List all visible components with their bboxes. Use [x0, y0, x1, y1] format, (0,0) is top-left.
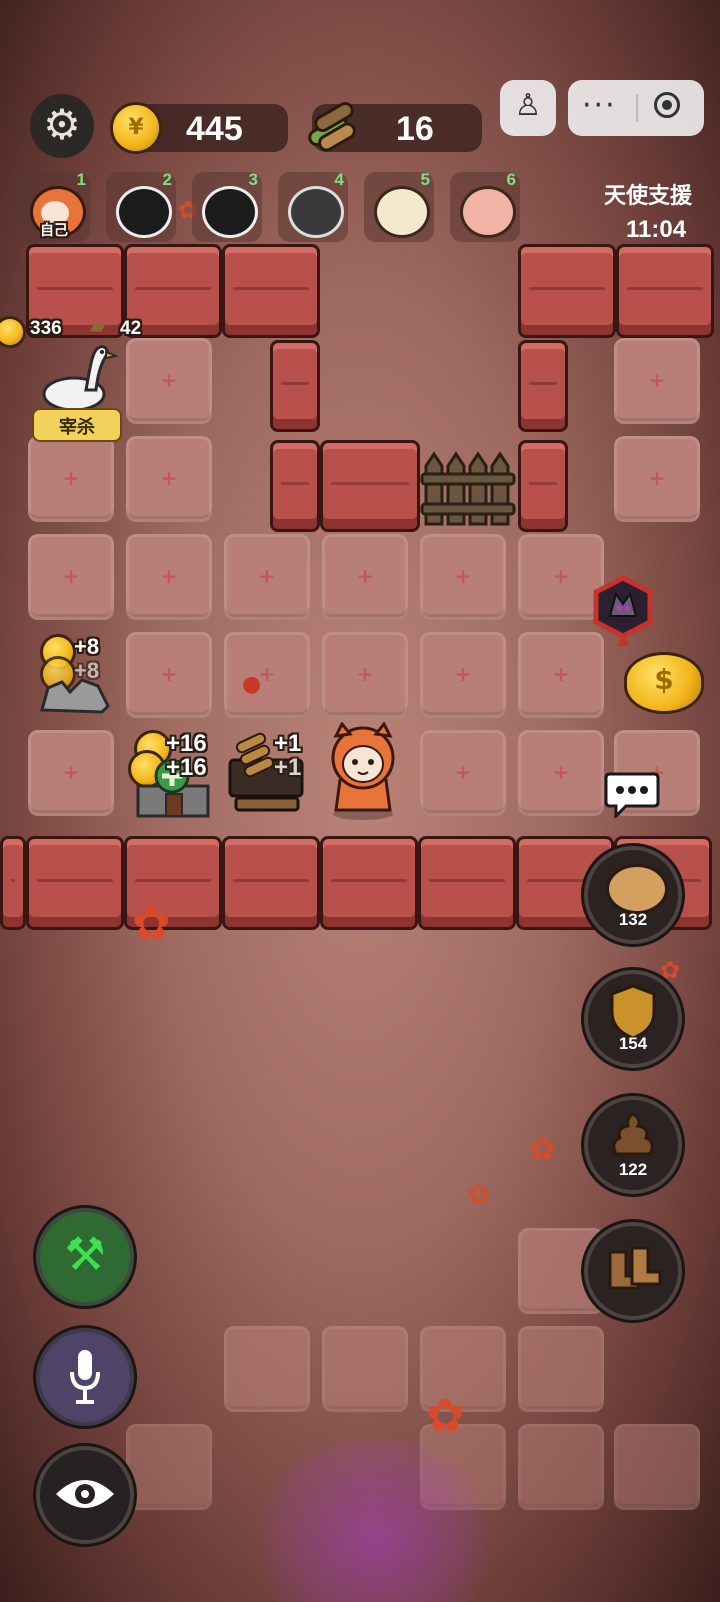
piggy-bank-icon [606, 864, 668, 914]
angel-support-title: 天使支援 [604, 183, 693, 208]
game-screen: + + + + + + + + + + + + + + + + + + + + [0, 0, 720, 1602]
wood-logs-icon: ▰ [90, 314, 106, 338]
coin-icon: ¥ [110, 102, 162, 154]
player-character-fox-sheep[interactable] [320, 721, 406, 822]
capsule-divider [636, 94, 638, 122]
wood-counter: 16 [308, 102, 482, 152]
coin-count: 445 [186, 110, 243, 148]
stone-mine-bonus: +8 [74, 634, 100, 659]
chat-button[interactable] [604, 770, 660, 820]
microphone-icon [70, 1348, 100, 1406]
shield-button[interactable]: 154 [584, 970, 682, 1068]
more-menu-icon[interactable]: ··· [582, 88, 617, 123]
player-card-3[interactable]: 3 [192, 170, 262, 242]
goose-unit[interactable] [34, 338, 120, 418]
black-sheep-avatar [202, 186, 258, 238]
stone-mine-bonus-shadow: +8 [74, 658, 100, 683]
poop-button[interactable]: 122 [584, 1096, 682, 1194]
coin-icon [0, 316, 26, 348]
wooden-gate[interactable] [420, 448, 516, 530]
woodpile-bonus-shadow: +1 [274, 754, 302, 781]
mini-program-profile-button[interactable]: ♙ [500, 80, 556, 136]
poop-icon [608, 1110, 658, 1160]
player-self-label: 自己 [40, 222, 68, 238]
close-target-icon[interactable] [654, 92, 680, 118]
slaughter-button[interactable]: 宰杀 [32, 408, 122, 442]
gear-icon: ⚙ [43, 100, 81, 149]
mini-program-capsule: ··· [568, 80, 704, 136]
wolf-marker[interactable] [590, 575, 656, 646]
player-card-1[interactable]: 1 自己 [20, 170, 90, 242]
player-card-2[interactable]: 2 [106, 170, 176, 242]
wood-logs-icon [304, 100, 360, 154]
black-sheep-avatar [116, 186, 172, 238]
boots-button[interactable] [584, 1222, 682, 1320]
coin-counter: ¥ 445 [110, 102, 288, 154]
hammer-wrench-icon: ⚒ [64, 1227, 106, 1281]
player-card-6[interactable]: 6 [450, 170, 520, 242]
pink-sheep-avatar [460, 186, 516, 238]
build-tools-button[interactable]: ⚒ [36, 1208, 134, 1306]
view-toggle-button[interactable] [36, 1446, 134, 1544]
settings-button[interactable]: ⚙ [30, 94, 94, 158]
angel-support-timer: 11:04 [626, 216, 687, 243]
white-sheep-avatar [374, 186, 430, 238]
gold-coin-pile-icon[interactable]: $ [624, 652, 704, 714]
eye-icon [54, 1474, 116, 1514]
wood-count: 16 [396, 110, 434, 148]
player-card-5[interactable]: 5 [364, 170, 434, 242]
grey-sheep-avatar [288, 186, 344, 238]
boots-icon [604, 1246, 664, 1296]
player-card-4[interactable]: 4 [278, 170, 348, 242]
gold-house-bonus-shadow: +16 [166, 754, 207, 781]
shield-icon [608, 984, 658, 1040]
joystick-icon: ♙ [514, 88, 542, 123]
voice-button[interactable] [36, 1328, 134, 1426]
piggy-bank-button[interactable]: 132 [584, 846, 682, 944]
